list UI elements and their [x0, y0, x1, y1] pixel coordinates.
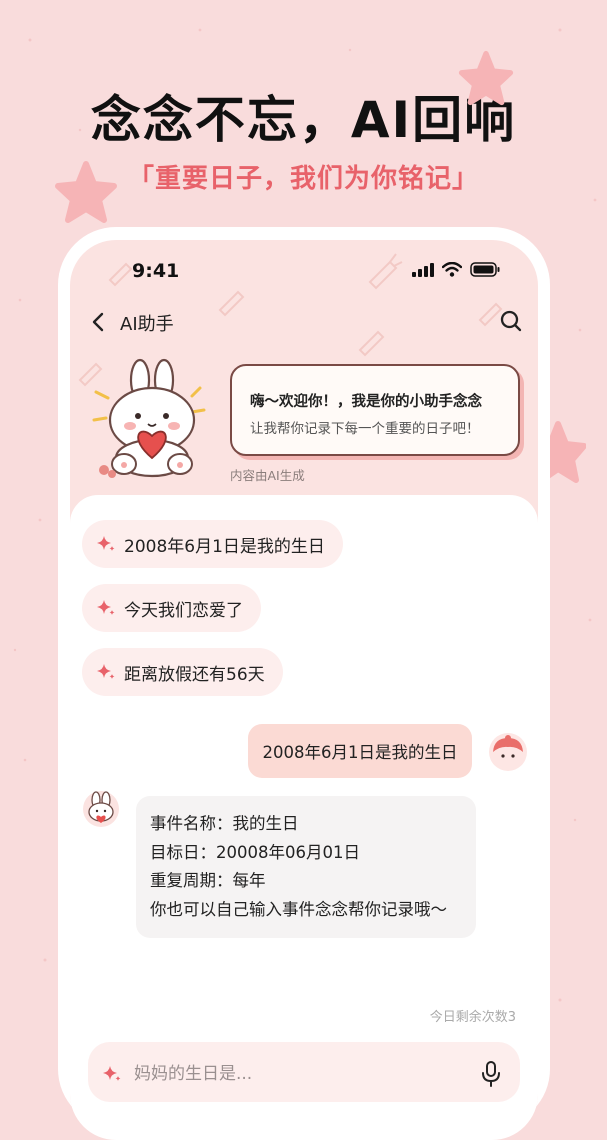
page-title: AI助手 — [120, 314, 174, 335]
sparkle-icon — [97, 536, 115, 551]
ai-generated-note: 内容由AI生成 — [230, 468, 305, 483]
decor-star-icon — [55, 161, 117, 223]
suggestion-chip[interactable]: 距离放假还有56天 — [82, 648, 283, 696]
suggestion-chip-label: 今天我们恋爱了 — [124, 600, 243, 621]
greeting-bubble: 嗨～欢迎你！，我是你的小助手念念 让我帮你记录下每一个重要的日子吧！ — [230, 364, 520, 456]
sparkle-icon — [103, 1066, 121, 1081]
reply-line: 你也可以自己输入事件念念帮你记录哦～ — [150, 899, 447, 919]
microphone-icon[interactable] — [480, 1060, 502, 1088]
search-icon[interactable] — [498, 308, 524, 334]
sparkle-icon — [97, 664, 115, 679]
greeting-line1: 嗨～欢迎你！，我是你的小助手念念 — [250, 394, 482, 410]
reply-line: 目标日：20008年06月01日 — [150, 842, 360, 862]
sparkle-icon — [97, 600, 115, 615]
decor-star-icon — [458, 50, 514, 106]
message-input[interactable] — [132, 1058, 456, 1090]
remaining-quota: 今日剩余次数3 — [429, 1010, 516, 1025]
reply-line: 事件名称：我的生日 — [150, 814, 299, 833]
assistant-avatar — [83, 791, 119, 827]
reply-line: 重复周期：每年 — [150, 871, 266, 890]
promo-headline: 念念不忘，AI回响 — [90, 91, 517, 149]
input-bar — [88, 1042, 520, 1102]
bunny-mascot-icon — [92, 358, 206, 478]
back-icon[interactable] — [88, 310, 110, 334]
suggestion-chip[interactable]: 今天我们恋爱了 — [82, 584, 261, 632]
suggestion-chip[interactable]: 2008年6月1日是我的生日 — [82, 520, 343, 568]
greeting-line2: 让我帮你记录下每一个重要的日子吧！ — [250, 421, 480, 437]
assistant-reply-bubble: 事件名称：我的生日 目标日：20008年06月01日 重复周期：每年 你也可以自… — [136, 796, 476, 938]
user-message-bubble: 2008年6月1日是我的生日 — [248, 724, 472, 778]
suggestion-chip-label: 2008年6月1日是我的生日 — [124, 536, 325, 557]
phone-screen: 9:41 AI助手 嗨～欢迎你！，我是你的小助手念念 让我帮你记录下每一个重要的… — [70, 240, 538, 1140]
user-avatar — [489, 733, 527, 771]
suggestion-chip-label: 距离放假还有56天 — [124, 664, 265, 685]
